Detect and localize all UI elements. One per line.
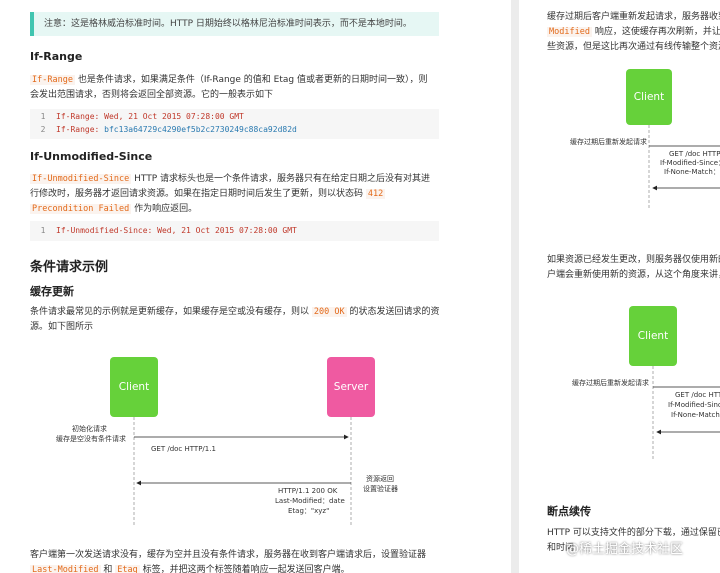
code-line: 2 If-Range: bfc13a64729c4290ef5b2c2730249…	[30, 125, 297, 134]
right-mid-line2: 户端会重新使用新的资源，从这个角度来讲，	[547, 270, 720, 280]
right-top-line1: 缓存过期后客户端重新发起请求，服务器收到	[547, 12, 720, 22]
code-key: If-Range:	[56, 112, 100, 121]
if-unmodified-since-heading: If-Unmodified-Since	[30, 150, 153, 163]
if-unmodified-text1: HTTP 请求标头也是一个条件请求，服务器只有在给定日期之后没有对其进	[131, 174, 430, 184]
revalidation-sequence-diagram: Client 缓存过期后重新发起请求 GET /doc HTTP/ If-Mod…	[519, 60, 720, 210]
bottom-and: 和	[100, 565, 116, 573]
note-text: 注意：这是格林威治标准时间。HTTP 日期始终以格林尼治标准时间表示，而不是本地…	[44, 19, 412, 29]
inline-code-if-unmodified-since: If-Unmodified-Since	[30, 174, 132, 184]
if-range-paragraph-line1: If-Range 也是条件请求，如果满足条件（If-Range 的值和 Etag…	[30, 73, 427, 88]
if-unmodified-text2: 行修改时，服务器才返回请求资源。如果在指定日期时间后发生了更新，则以状态码	[30, 189, 366, 199]
resume-download-heading: 断点续传	[547, 505, 591, 518]
inline-code-modified: Modified	[547, 27, 592, 37]
client-note: 缓存过期后重新发起请求	[570, 138, 647, 146]
code-key: If-Unmodified-Since:	[56, 226, 153, 235]
cache-sequence-diagram: Client Server 初始化请求 缓存是空没有条件请求 GET /doc …	[50, 340, 440, 540]
right-top-line2: Modified 响应，这使缓存再次刷新，并让客	[547, 25, 720, 40]
if-range-heading: If-Range	[30, 50, 83, 63]
code-value: Wed, 21 Oct 2015 07:28:00 GMT	[152, 226, 297, 235]
line-number: 2	[40, 125, 46, 134]
line-number: 1	[40, 226, 46, 235]
code-line: 1 If-Unmodified-Since: Wed, 21 Oct 2015 0…	[30, 226, 297, 235]
cache-update-heading: 缓存更新	[30, 285, 74, 298]
cache-paragraph-line1: 条件请求最常见的示例就是更新缓存，如果缓存是空或没有缓存，则以 200 OK 的…	[30, 305, 439, 320]
inline-code-200-ok: 200 OK	[311, 307, 347, 317]
code-line: 1 If-Range: Wed, 21 Oct 2015 07:28:00 GMT	[30, 112, 244, 121]
site-watermark: @稀土掘金技术社区	[566, 542, 684, 557]
inline-code-412: 412	[365, 189, 386, 199]
gmt-note-callout: 注意：这是格林威治标准时间。HTTP 日期始终以格林尼治标准时间表示，而不是本地…	[30, 12, 439, 36]
right-top-line3: 些资源，但是这比再次通过有线传输整个资源	[547, 42, 720, 52]
inline-code-last-modified: Last-Modified	[30, 565, 101, 573]
left-document-page[interactable]: 注意：这是格林威治标准时间。HTTP 日期始终以格林尼治标准时间表示，而不是本地…	[0, 0, 511, 573]
line-number: 1	[40, 112, 46, 121]
if-unmodified-code-block: 1 If-Unmodified-Since: Wed, 21 Oct 2015 0…	[30, 221, 439, 241]
inline-code-precondition-failed: Precondition Failed	[30, 204, 132, 214]
request-line3: If-None-Match：	[671, 411, 720, 419]
client-note-line2: 缓存是空没有条件请求	[56, 435, 126, 443]
if-unmodified-paragraph-line2: 行修改时，服务器才返回请求资源。如果在指定日期时间后发生了更新，则以状态码 41…	[30, 187, 386, 202]
server-note-line1: 资源返回	[366, 475, 394, 483]
conditional-request-example-heading: 条件请求示例	[30, 260, 109, 275]
request-line3: If-None-Match："	[664, 168, 720, 176]
client-note: 缓存过期后重新发起请求	[572, 379, 649, 387]
if-range-text1: 也是条件请求，如果满足条件（If-Range 的值和 Etag 值或者更新的日期…	[74, 75, 428, 85]
response-etag-label: Etag："xyz"	[288, 507, 330, 515]
request-line1: GET /doc HTT	[675, 391, 720, 399]
response-status-label: HTTP/1.1 200 OK	[278, 487, 338, 495]
inline-code-etag: Etag	[115, 565, 140, 573]
updated-resource-sequence-diagram: Client 缓存过期后重新发起请求 GET /doc HTT If-Modif…	[519, 300, 720, 460]
right-document-page[interactable]: 缓存过期后客户端重新发起请求，服务器收到 Modified 响应，这使缓存再次刷…	[519, 0, 720, 573]
if-range-code-block: 1 If-Range: Wed, 21 Oct 2015 07:28:00 GMT…	[30, 109, 439, 139]
cache-text1: 条件请求最常见的示例就是更新缓存，如果缓存是空或没有缓存，则以	[30, 307, 312, 317]
bottom-paragraph-line2: Last-Modified 和 Etag 标签，并把这两个标签随着响应一起发送回…	[30, 563, 350, 573]
client-note-line1: 初始化请求	[72, 425, 107, 433]
request-label: GET /doc HTTP/1.1	[151, 445, 216, 453]
right-top-text2: 响应，这使缓存再次刷新，并让客	[591, 27, 720, 37]
server-note-line2: 设置验证器	[363, 485, 398, 493]
cache-text2: 的状态发送回请求的资	[346, 307, 440, 317]
if-unmodified-text3: 作为响应返回。	[131, 204, 198, 214]
bottom-paragraph-line1: 客户端第一次发送请求没有，缓存为空并且没有条件请求，服务器在收到客户端请求后，设…	[30, 550, 427, 560]
if-range-paragraph-line2: 会发出范围请求，否则将会返回全部资源。它的一般表示如下	[30, 90, 274, 100]
diagram-lines	[648, 125, 720, 208]
inline-code-if-range: If-Range	[30, 75, 75, 85]
request-line2: If-Modified-Sinc	[668, 401, 720, 409]
bottom-text2: 标签，并把这两个标签随着响应一起发送回客户端。	[139, 565, 350, 573]
code-value: Wed, 21 Oct 2015 07:28:00 GMT	[99, 112, 244, 121]
if-unmodified-paragraph-line1: If-Unmodified-Since HTTP 请求标头也是一个条件请求，服务…	[30, 172, 430, 187]
cache-paragraph-line2: 源。如下图所示	[30, 322, 94, 332]
code-key: If-Range:	[56, 125, 100, 134]
if-unmodified-paragraph-line3: Precondition Failed 作为响应返回。	[30, 202, 197, 217]
response-last-modified-label: Last-Modified：date	[275, 497, 345, 505]
code-value: bfc13a64729c4290ef5b2c2730249c88ca92d82d	[99, 125, 297, 134]
right-mid-line1: 如果资源已经发生更改，则服务器仅使用新的	[547, 255, 720, 265]
